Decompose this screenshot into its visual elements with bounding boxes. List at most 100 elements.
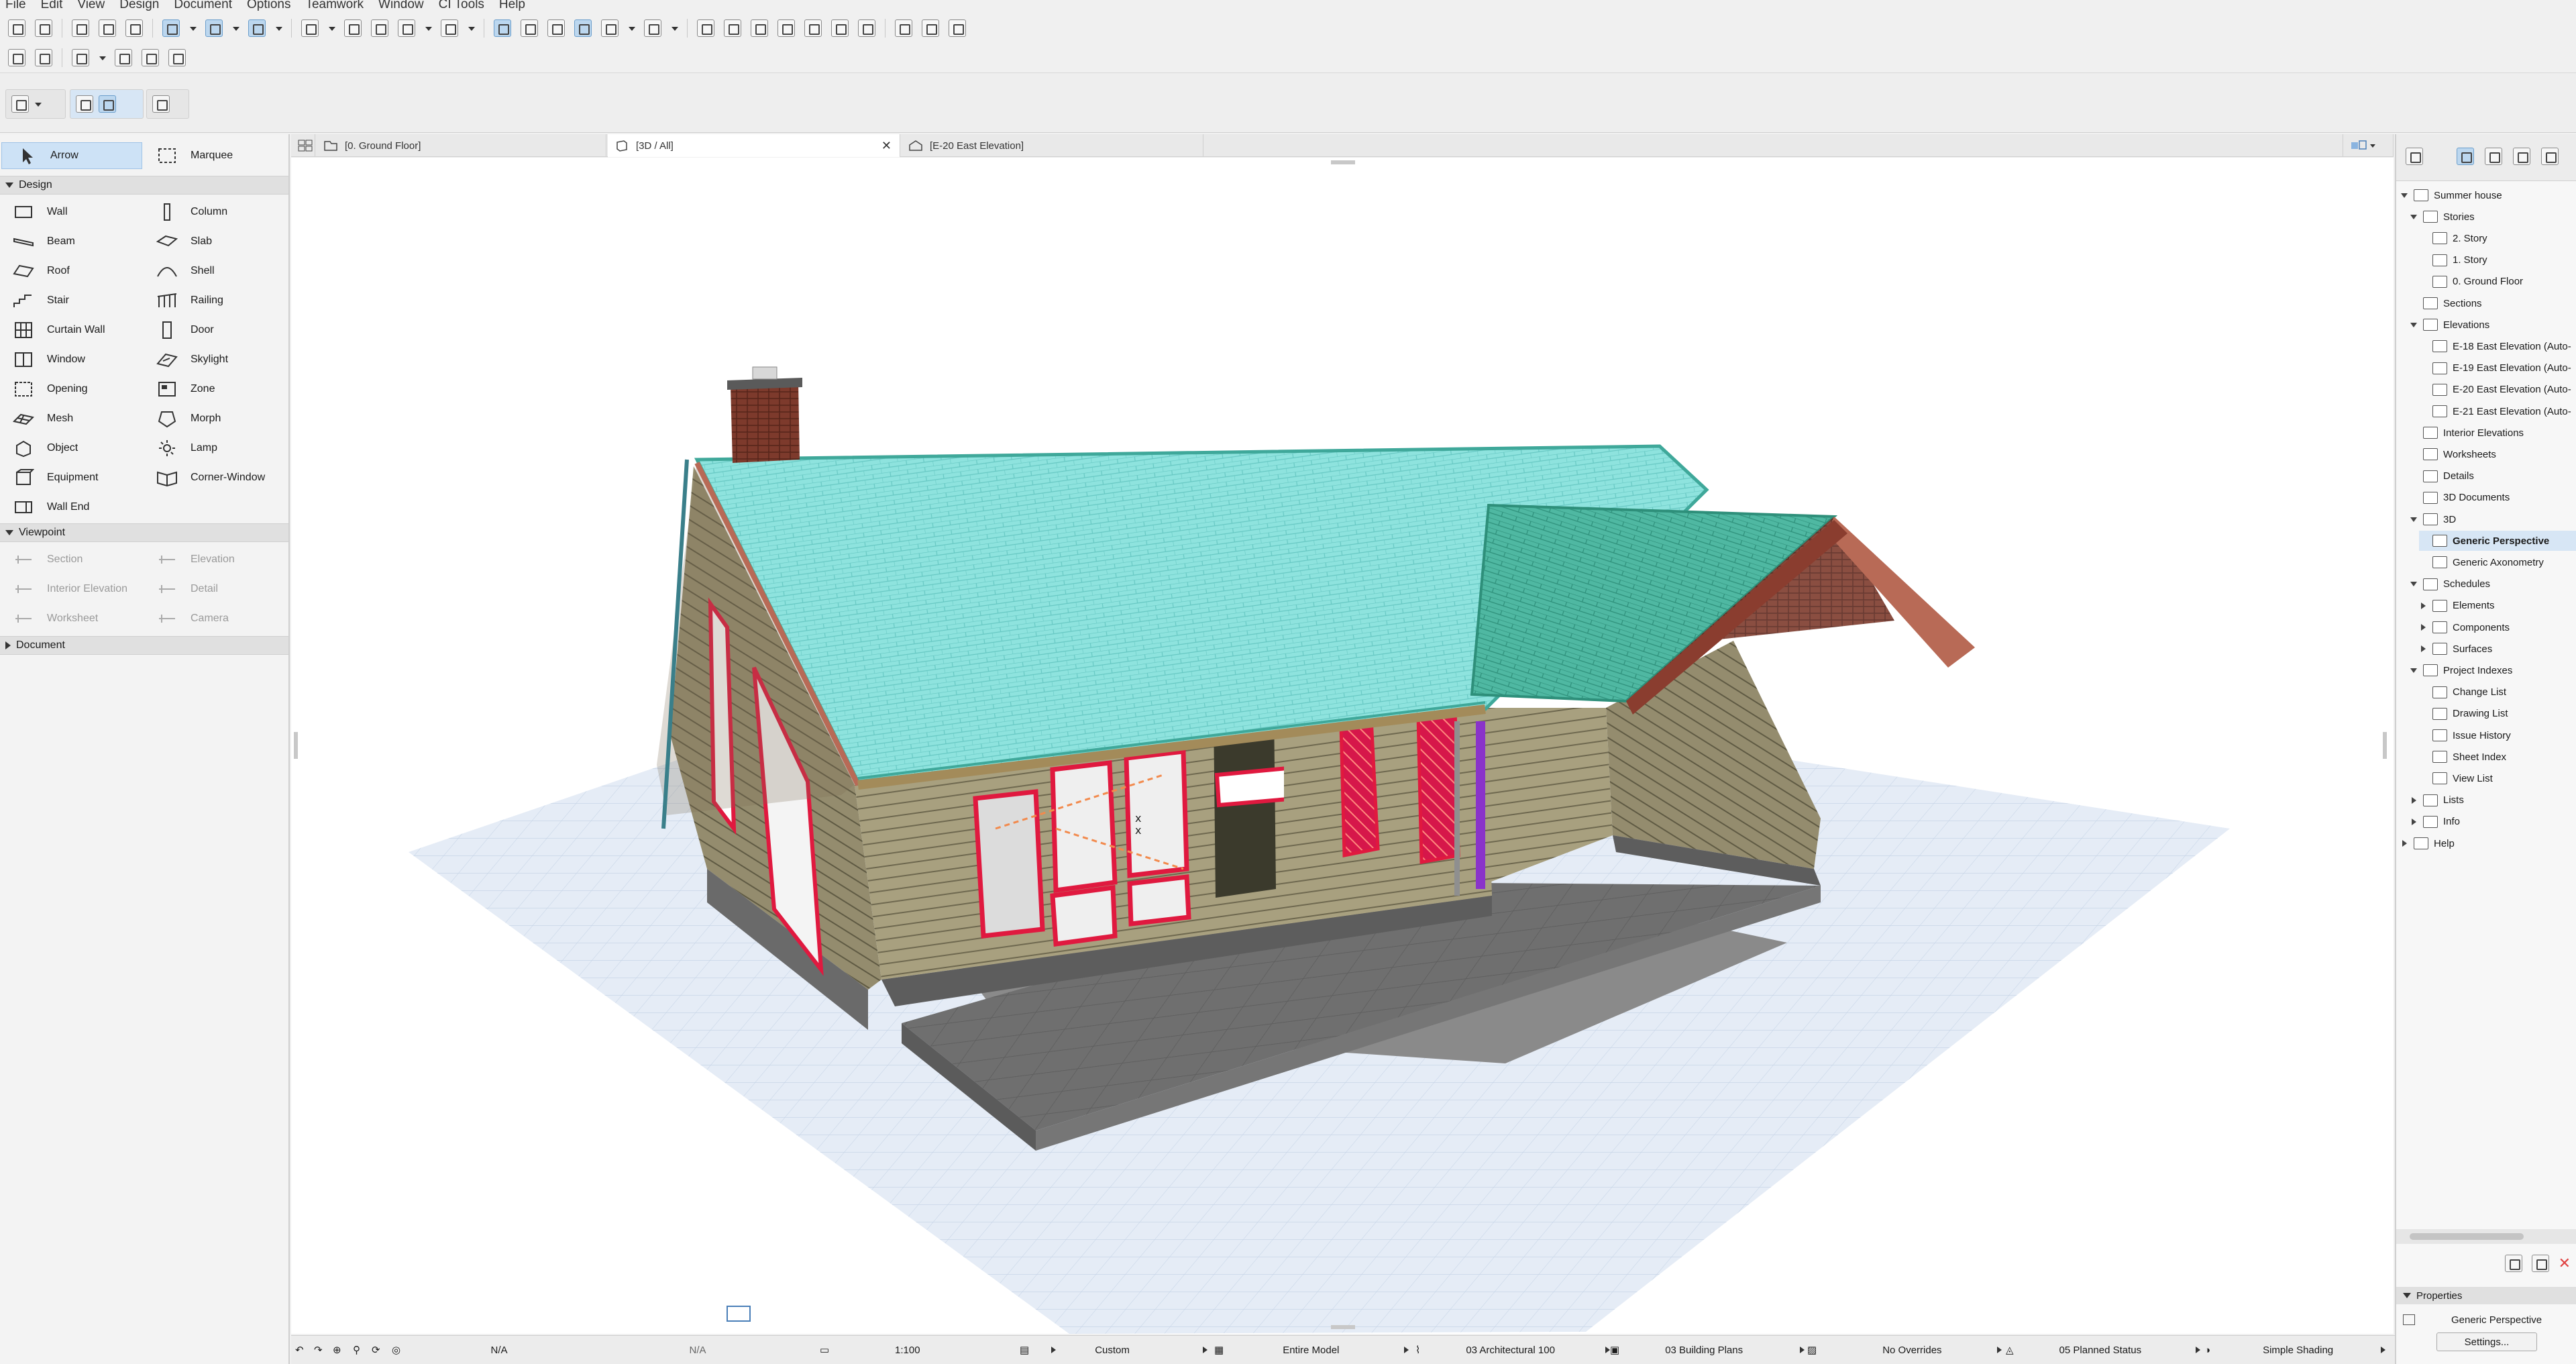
offset-icon[interactable] — [804, 19, 822, 37]
chevron-down-icon[interactable] — [628, 19, 635, 37]
tool-slab[interactable]: Slab — [156, 228, 283, 255]
nav-help[interactable]: Help — [2400, 833, 2576, 853]
overrides-dropdown[interactable]: ▨ No Overrides — [1807, 1341, 2002, 1359]
undo-icon[interactable] — [8, 19, 25, 37]
nav-elevation-e21[interactable]: E-21 East Elevation (Auto- — [2419, 401, 2576, 421]
inject-parameters-icon[interactable] — [99, 19, 116, 37]
nav-info[interactable]: Info — [2410, 812, 2576, 832]
tool-corner-window[interactable]: Corner-Window — [156, 464, 283, 491]
nav-generic-axonometry[interactable]: Generic Axonometry — [2419, 552, 2576, 572]
info-box-arrow-tool[interactable] — [146, 89, 189, 119]
nav-worksheets[interactable]: Worksheets — [2410, 444, 2576, 464]
layout-book-icon[interactable] — [115, 49, 132, 66]
chevron-down-icon[interactable] — [275, 19, 282, 37]
tool-opening[interactable]: Opening — [12, 376, 146, 403]
tool-beam[interactable]: Beam — [12, 228, 146, 255]
nav-interior-elevations[interactable]: Interior Elevations — [2410, 423, 2576, 443]
explode-model-icon[interactable] — [831, 19, 849, 37]
grid-navigation-icon[interactable] — [727, 1306, 751, 1322]
menu-document[interactable]: Document — [174, 0, 232, 12]
menu-teamwork[interactable]: Teamwork — [305, 0, 364, 12]
nav-project[interactable]: Summer house — [2400, 185, 2576, 205]
menu-ci-tools[interactable]: CI Tools — [439, 0, 484, 12]
nav-stories[interactable]: Stories — [2410, 207, 2576, 227]
layers-icon[interactable] — [494, 19, 511, 37]
nav-details[interactable]: Details — [2410, 466, 2576, 486]
3d-model-canvas[interactable]: x x — [291, 158, 2394, 1334]
tab-overview-icon[interactable] — [291, 134, 315, 157]
right-drag-handle[interactable] — [2383, 732, 2387, 759]
front-door-glass[interactable] — [973, 789, 1045, 939]
view-map-icon[interactable] — [2485, 148, 2502, 165]
menu-file[interactable]: File — [5, 0, 26, 12]
nav-surfaces[interactable]: Surfaces — [2419, 639, 2576, 659]
guide-lines-icon[interactable] — [205, 19, 223, 37]
nav-sheet-index[interactable]: Sheet Index — [2419, 747, 2576, 767]
model-filter-dropdown[interactable]: ▦ Entire Model — [1214, 1341, 1409, 1359]
issue-flag-icon[interactable] — [922, 19, 939, 37]
info-box-selection-method[interactable] — [70, 89, 144, 119]
scrollbar-thumb[interactable] — [2410, 1233, 2524, 1240]
nav-3d-documents[interactable]: 3D Documents — [2410, 488, 2576, 508]
tool-door[interactable]: Door — [156, 317, 283, 344]
tool-column[interactable]: Column — [156, 199, 283, 225]
chevron-right-icon[interactable] — [2419, 645, 2427, 653]
menu-design[interactable]: Design — [119, 0, 159, 12]
arrow-tool[interactable]: Arrow — [1, 142, 142, 169]
shading-dropdown[interactable]: ◑ Simple Shading — [2204, 1341, 2385, 1359]
nav-sections[interactable]: Sections — [2410, 293, 2576, 313]
3d-navigation-icon[interactable] — [601, 19, 619, 37]
intersect-icon[interactable] — [724, 19, 741, 37]
chevron-right-icon[interactable] — [34, 95, 42, 113]
nav-project-indexes[interactable]: Project Indexes — [2410, 660, 2576, 680]
chevron-down-icon[interactable] — [2410, 214, 2418, 219]
nav-elevation-e18[interactable]: E-18 East Elevation (Auto- — [2419, 336, 2576, 356]
tool-lamp[interactable]: Lamp — [156, 435, 283, 462]
fillet-icon[interactable] — [777, 19, 795, 37]
eyedropper-icon[interactable] — [125, 19, 143, 37]
chevron-right-icon[interactable] — [2400, 840, 2408, 847]
settings-button[interactable]: Settings... — [2436, 1332, 2537, 1351]
hotlink-icon[interactable] — [35, 49, 52, 66]
flag-icon[interactable] — [895, 19, 912, 37]
pick-up-parameters-icon[interactable] — [72, 19, 89, 37]
publisher-icon[interactable] — [72, 49, 89, 66]
nav-story-1[interactable]: 1. Story — [2419, 250, 2576, 270]
new-viewpoint-icon[interactable] — [2504, 1255, 2522, 1272]
adjust-icon[interactable] — [751, 19, 768, 37]
nav-elements[interactable]: Elements — [2419, 596, 2576, 616]
properties-header[interactable]: Properties — [2396, 1287, 2576, 1304]
orbit-icon[interactable]: ⟳ — [372, 1341, 380, 1359]
rotate-selection-icon[interactable] — [99, 95, 116, 113]
chevron-down-icon[interactable] — [2410, 322, 2418, 327]
menu-help[interactable]: Help — [499, 0, 525, 12]
nav-elevation-e20[interactable]: E-20 East Elevation (Auto- — [2419, 380, 2576, 400]
grid-snap-icon[interactable] — [301, 19, 319, 37]
tool-equipment[interactable]: Equipment — [12, 464, 146, 491]
walk-icon[interactable]: ⚲ — [353, 1341, 360, 1359]
porch-door-right[interactable] — [1416, 706, 1460, 864]
marquee-icon[interactable] — [398, 19, 415, 37]
tool-window[interactable]: Window — [12, 346, 146, 373]
redo-zoom-icon[interactable]: ↷ — [314, 1341, 323, 1359]
redo-icon[interactable] — [35, 19, 52, 37]
close-icon[interactable]: ✕ — [881, 139, 892, 153]
nav-story-ground[interactable]: 0. Ground Floor — [2419, 272, 2576, 292]
marquee-tool[interactable]: Marquee — [156, 142, 283, 169]
chevron-down-icon[interactable] — [2410, 668, 2418, 673]
zoom-in-icon[interactable]: ⊕ — [333, 1341, 341, 1359]
tool-morph[interactable]: Morph — [156, 405, 283, 432]
model-view-dropdown[interactable]: ▣ 03 Building Plans — [1610, 1341, 1805, 1359]
nav-issue-history[interactable]: Issue History — [2419, 725, 2576, 745]
pen-set-dropdown[interactable]: ▤ Custom — [1020, 1341, 1208, 1359]
layout-book-icon[interactable] — [2513, 148, 2530, 165]
tool-railing[interactable]: Railing — [156, 287, 283, 314]
chevron-down-icon[interactable] — [2400, 193, 2408, 198]
nav-drawing-list[interactable]: Drawing List — [2419, 704, 2576, 724]
chevron-down-icon[interactable] — [232, 19, 239, 37]
navigator-menu-icon[interactable] — [2406, 148, 2423, 165]
chevron-right-icon[interactable] — [2419, 624, 2427, 631]
chevron-down-icon[interactable] — [468, 19, 475, 37]
tab-3d-all[interactable]: [3D / All] ✕ — [608, 134, 900, 157]
menu-edit[interactable]: Edit — [41, 0, 63, 12]
